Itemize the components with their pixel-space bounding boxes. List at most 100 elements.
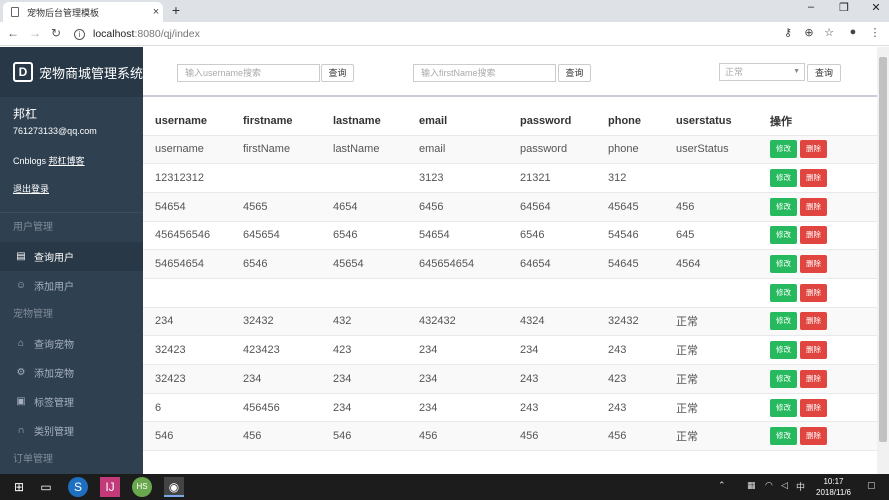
edit-button[interactable]: 修改 bbox=[770, 283, 797, 302]
edit-button[interactable]: 修改 bbox=[770, 341, 797, 360]
table-cell: 432 bbox=[333, 307, 419, 337]
table-cell: 21321 bbox=[520, 163, 608, 193]
tray-wifi-icon[interactable]: ◠ bbox=[765, 480, 773, 491]
section-user-management[interactable]: 用户管理 bbox=[0, 213, 143, 242]
delete-button[interactable]: 删除 bbox=[800, 341, 827, 360]
table-cell: 243 bbox=[608, 393, 676, 423]
table-row: 234 32432 432 432432 4324 32432 正常 修改 删除 bbox=[143, 307, 877, 337]
logout-link[interactable]: 退出登录 bbox=[0, 182, 143, 195]
delete-button[interactable]: 删除 bbox=[800, 226, 827, 245]
section-pet-management[interactable]: 宠物管理 bbox=[0, 300, 143, 329]
table-cell bbox=[608, 278, 676, 308]
close-window-button[interactable]: ✕ bbox=[866, 1, 886, 14]
zoom-icon[interactable]: ⊕ bbox=[802, 26, 816, 39]
query-button[interactable]: 查询 bbox=[558, 64, 591, 82]
notification-icon[interactable]: ▢ bbox=[867, 480, 876, 491]
table-body: username firstName lastName email password ph… bbox=[143, 135, 877, 452]
account-icon[interactable]: ● bbox=[846, 26, 860, 38]
sidebar-item-query-user[interactable]: ▤ 查询用户 bbox=[0, 242, 143, 271]
ime-indicator[interactable]: 中 bbox=[796, 480, 805, 493]
table-cell: 456 bbox=[608, 421, 676, 452]
reload-icon[interactable]: ↻ bbox=[49, 26, 63, 40]
blog-link[interactable]: 邦杠博客 bbox=[49, 156, 85, 166]
table-cell: phone bbox=[608, 135, 676, 165]
app-icon[interactable]: S bbox=[68, 477, 88, 497]
edit-button[interactable]: 修改 bbox=[770, 226, 797, 245]
table-cell: 423 bbox=[608, 364, 676, 394]
edit-button[interactable]: 修改 bbox=[770, 427, 797, 446]
delete-button[interactable]: 删除 bbox=[800, 197, 827, 216]
gear-icon: ⚙ bbox=[16, 366, 26, 378]
table-cell: 234 bbox=[419, 364, 520, 394]
delete-button[interactable]: 删除 bbox=[800, 140, 827, 159]
table-cell: 234 bbox=[333, 393, 419, 423]
sidebar-item-category[interactable]: ∩ 类别管理 bbox=[0, 416, 143, 445]
edit-button[interactable]: 修改 bbox=[770, 140, 797, 159]
table-row: 54654654 6546 45654 645654654 64654 54645 4564… bbox=[143, 249, 877, 279]
ide-icon[interactable]: IJ bbox=[100, 477, 120, 497]
table-cell: 546 bbox=[333, 421, 419, 452]
browser-tab[interactable]: 宠物后台管理模板 × bbox=[3, 2, 163, 22]
sidebar-item-label: 标签管理 bbox=[34, 398, 74, 409]
table-cell: 32423 bbox=[143, 335, 243, 365]
maximize-button[interactable]: ❐ bbox=[834, 1, 854, 14]
table-header-row: username firstname lastname email passwo… bbox=[143, 107, 877, 136]
query-button[interactable]: 查询 bbox=[807, 64, 841, 82]
table-cell: 423423 bbox=[243, 335, 333, 365]
username-search-input[interactable]: 输入username搜索 bbox=[177, 64, 320, 82]
url-field[interactable]: i localhost:8080/qj/index bbox=[74, 25, 779, 43]
hbuilder-icon[interactable]: HS bbox=[132, 477, 152, 497]
tag-icon: ▣ bbox=[16, 395, 26, 407]
tray-network-icon[interactable]: ▦ bbox=[747, 480, 756, 491]
delete-button[interactable]: 删除 bbox=[800, 427, 827, 446]
table-row: 32423 234 234 234 243 423 正常 修改 删除 bbox=[143, 364, 877, 394]
delete-button[interactable]: 删除 bbox=[800, 283, 827, 302]
edit-button[interactable]: 修改 bbox=[770, 312, 797, 331]
scrollbar-thumb[interactable] bbox=[879, 57, 887, 442]
status-select[interactable]: 正常 ▼ bbox=[719, 63, 805, 81]
key-icon[interactable]: ⚷ bbox=[781, 26, 795, 39]
bookmark-star-icon[interactable]: ☆ bbox=[822, 26, 836, 39]
edit-button[interactable]: 修改 bbox=[770, 197, 797, 216]
minimize-button[interactable]: – bbox=[801, 1, 821, 13]
windows-start-icon[interactable]: ⊞ bbox=[9, 477, 29, 497]
clock-time: 10:17 bbox=[823, 477, 844, 486]
user-add-icon: ☺ bbox=[15, 279, 27, 291]
firstname-search-input[interactable]: 输入firstName搜索 bbox=[413, 64, 556, 82]
table-cell: 正常 bbox=[676, 335, 770, 365]
section-order-management[interactable]: 订单管理 bbox=[0, 445, 143, 474]
sidebar-item-label: 添加用户 bbox=[34, 282, 74, 293]
address-bar: ← → ↻ i localhost:8080/qj/index ⚷ ⊕ ☆ ● … bbox=[0, 22, 889, 46]
tray-volume-icon[interactable]: ◁ bbox=[781, 480, 788, 491]
menu-icon[interactable]: ⋮ bbox=[868, 26, 882, 39]
system-clock[interactable]: 10:17 2018/11/6 bbox=[816, 476, 851, 498]
back-icon[interactable]: ← bbox=[6, 26, 20, 40]
task-view-icon[interactable]: ▭ bbox=[36, 477, 56, 497]
tray-arrow-icon[interactable]: ⌃ bbox=[718, 480, 726, 491]
sidebar-item-query-pet[interactable]: ⌂ 查询宠物 bbox=[0, 329, 143, 358]
sidebar-item-tags[interactable]: ▣ 标签管理 bbox=[0, 387, 143, 416]
table-row: 32423 423423 423 234 234 243 正常 修改 删除 bbox=[143, 335, 877, 365]
delete-button[interactable]: 删除 bbox=[800, 169, 827, 188]
table-cell: 234 bbox=[243, 364, 333, 394]
table-cell: 645 bbox=[676, 221, 770, 251]
chrome-icon[interactable]: ◉ bbox=[164, 477, 184, 497]
query-button[interactable]: 查询 bbox=[321, 64, 354, 82]
edit-button[interactable]: 修改 bbox=[770, 255, 797, 274]
table-cell bbox=[243, 278, 333, 308]
info-icon[interactable]: i bbox=[74, 28, 85, 40]
blog-prefix: Cnblogs bbox=[13, 156, 47, 166]
sidebar-item-add-pet[interactable]: ⚙ 添加宠物 bbox=[0, 358, 143, 387]
scrollbar[interactable] bbox=[877, 47, 889, 474]
delete-button[interactable]: 删除 bbox=[800, 369, 827, 388]
sidebar-item-add-user[interactable]: ☺ 添加用户 bbox=[0, 271, 143, 300]
edit-button[interactable]: 修改 bbox=[770, 169, 797, 188]
edit-button[interactable]: 修改 bbox=[770, 398, 797, 417]
delete-button[interactable]: 删除 bbox=[800, 312, 827, 331]
forward-icon[interactable]: → bbox=[28, 26, 42, 40]
new-tab-button[interactable]: + bbox=[168, 2, 184, 18]
close-tab-icon[interactable]: × bbox=[149, 6, 163, 18]
edit-button[interactable]: 修改 bbox=[770, 369, 797, 388]
delete-button[interactable]: 删除 bbox=[800, 255, 827, 274]
delete-button[interactable]: 删除 bbox=[800, 398, 827, 417]
